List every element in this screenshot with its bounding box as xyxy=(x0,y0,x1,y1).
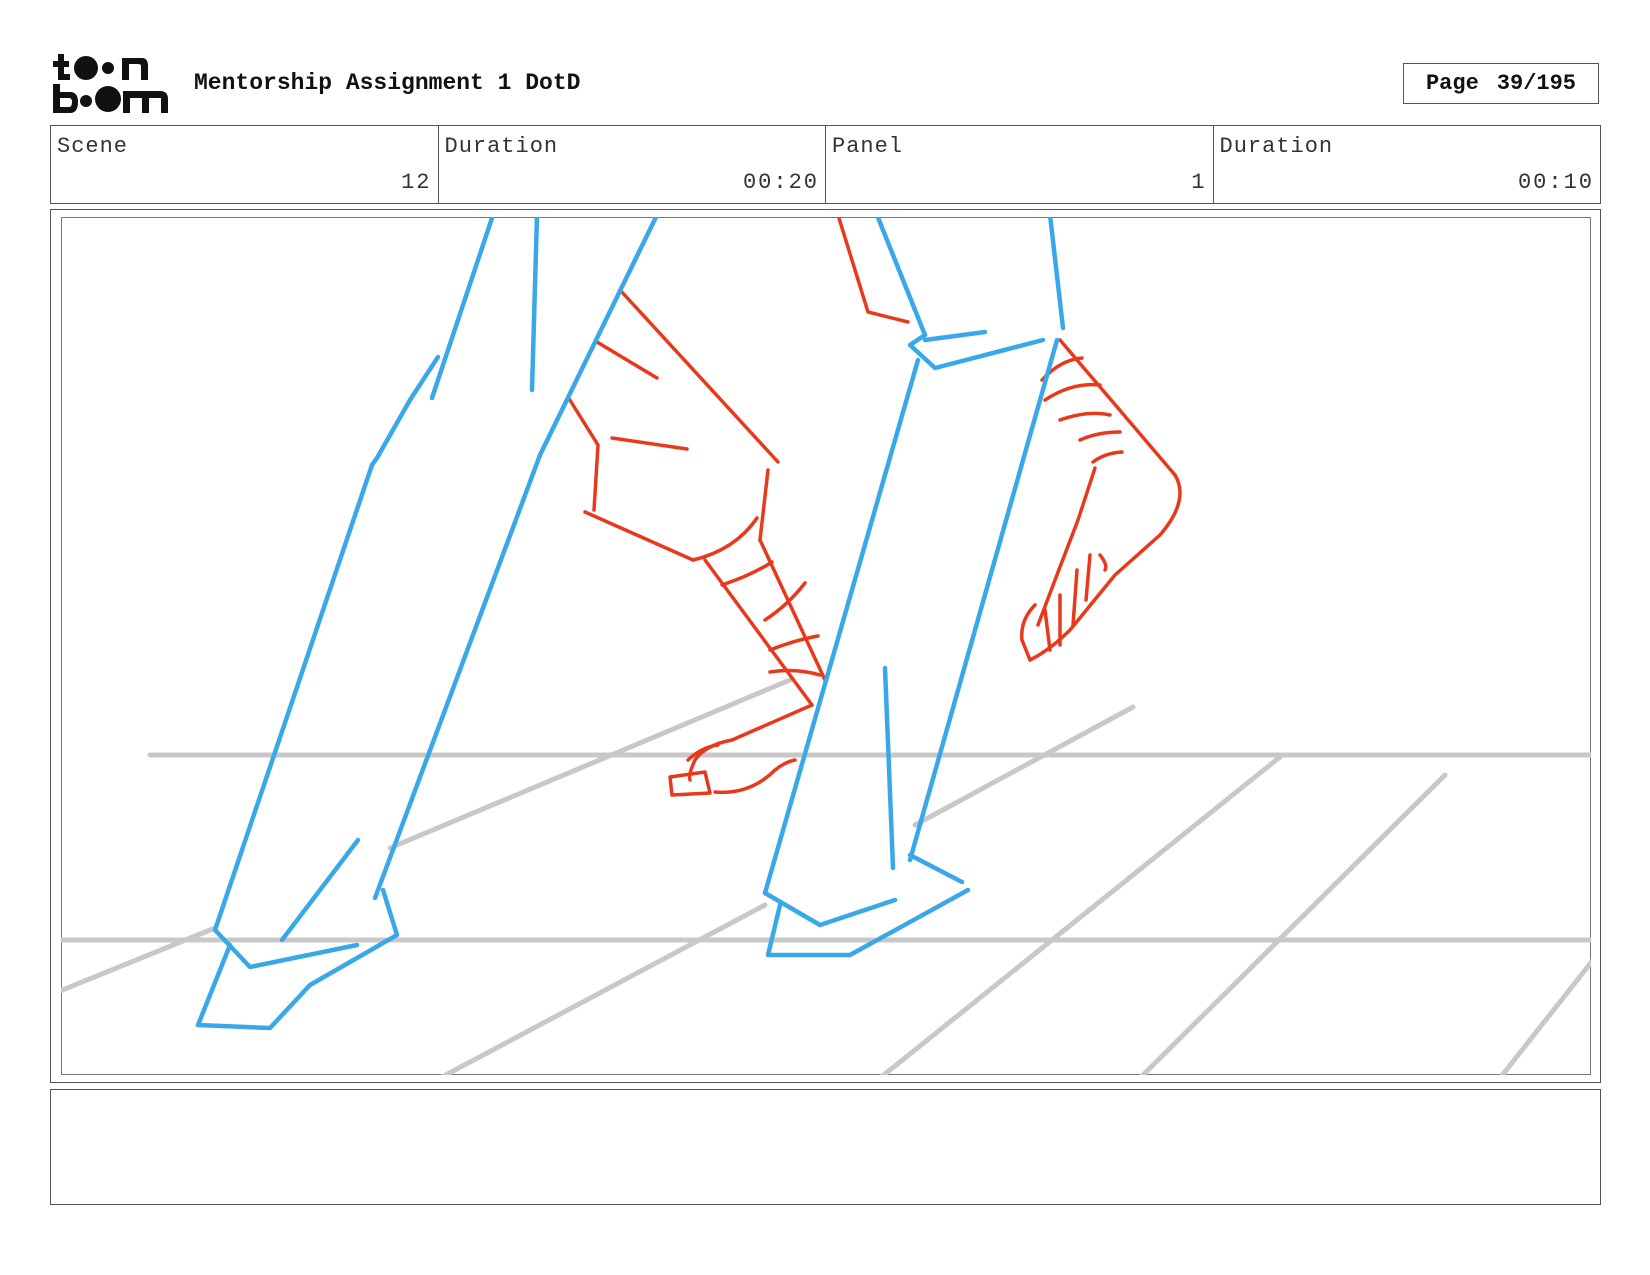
scene-duration-value: 00:20 xyxy=(742,170,819,195)
panel-label: Panel xyxy=(832,134,904,159)
scene-value: 12 xyxy=(401,170,432,195)
panel-duration-value: 00:10 xyxy=(1517,170,1594,195)
scene-duration-label: Duration xyxy=(444,134,559,159)
panel-notes-box xyxy=(50,1089,1601,1205)
panel-duration-cell: Duration 00:10 xyxy=(1214,126,1601,203)
scene-duration-cell: Duration 00:20 xyxy=(439,126,826,203)
panel-value: 1 xyxy=(1191,170,1207,195)
page-indicator: Page 39/195 xyxy=(1403,63,1599,104)
page-number: 39/195 xyxy=(1496,71,1577,96)
project-title: Mentorship Assignment 1 DotD xyxy=(194,70,581,96)
scene-cell: Scene 12 xyxy=(51,126,439,203)
scene-label: Scene xyxy=(57,134,129,159)
toon-boom-logo xyxy=(53,54,168,113)
panel-duration-label: Duration xyxy=(1219,134,1334,159)
panel-info-table: Scene 12 Duration 00:20 Panel 1 Duration… xyxy=(50,125,1601,204)
storyboard-sketch xyxy=(61,217,1591,1075)
blue-legs-sketch xyxy=(195,217,1066,1031)
floor-grid xyxy=(61,677,1591,1075)
panel-cell: Panel 1 xyxy=(826,126,1214,203)
page-label: Page xyxy=(1425,71,1479,96)
